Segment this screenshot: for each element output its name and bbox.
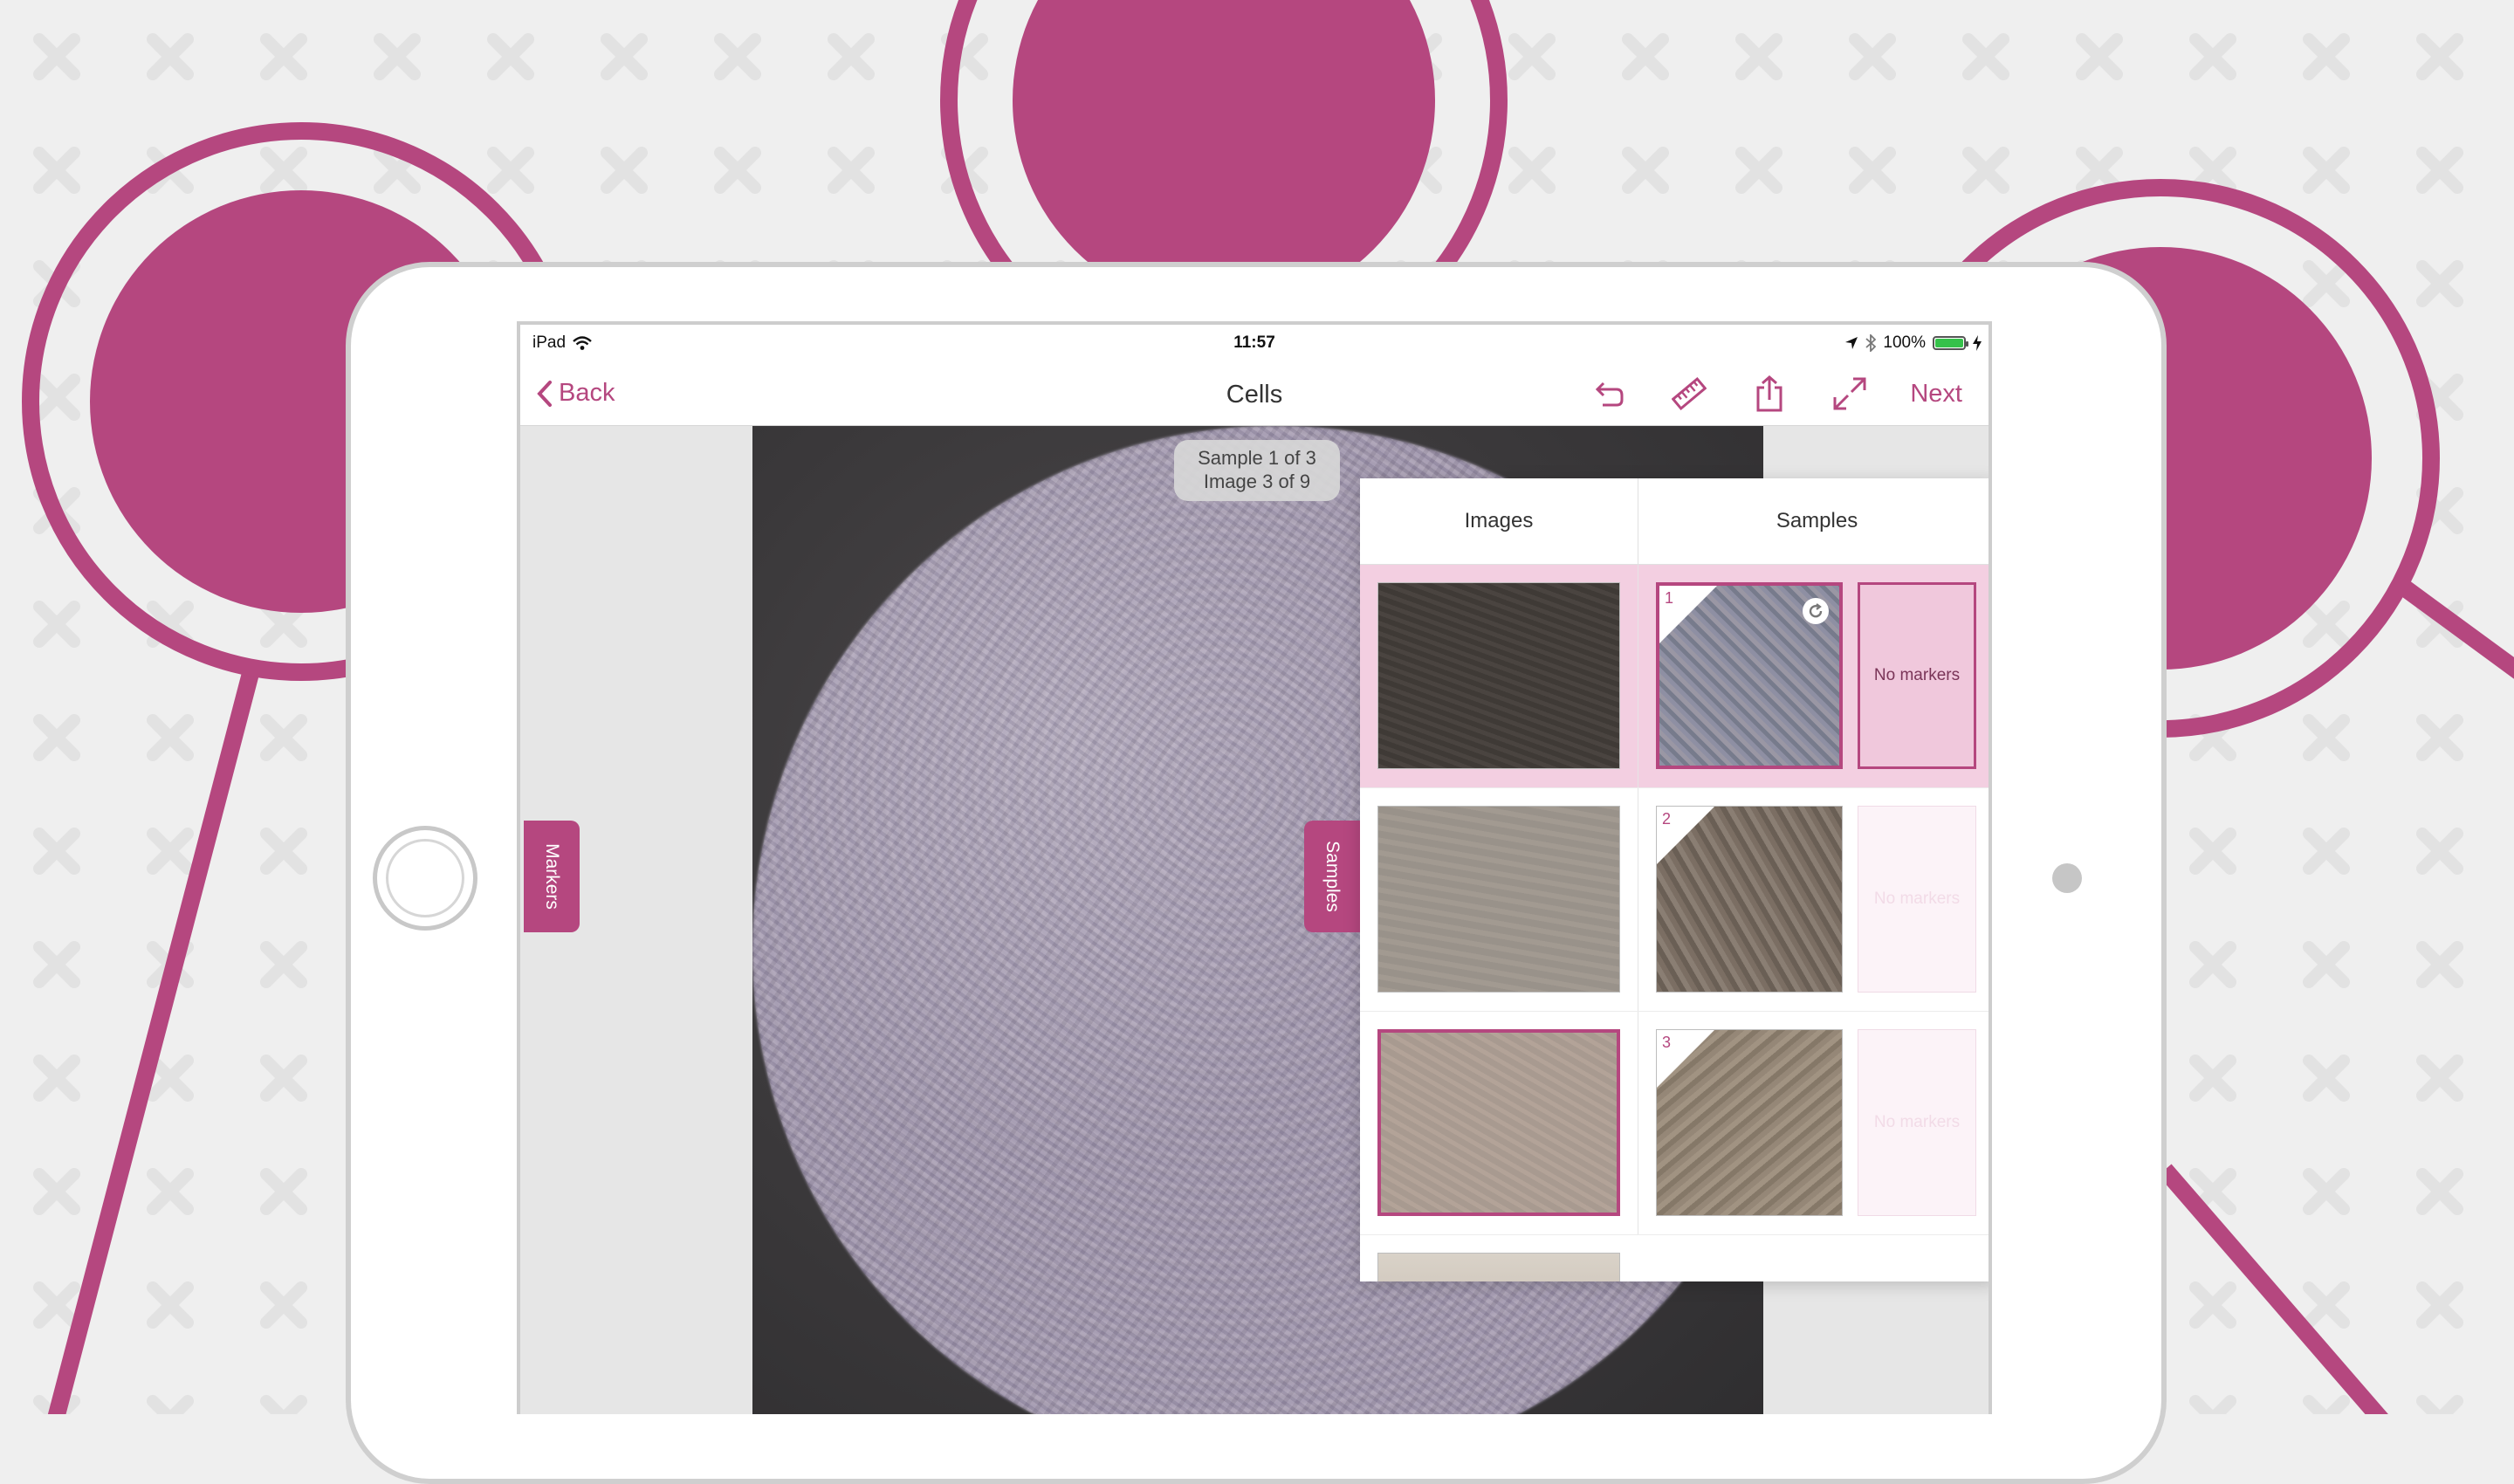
undo-button[interactable] xyxy=(1589,374,1629,414)
sample-thumbnail[interactable]: 1 xyxy=(1656,582,1843,769)
undo-icon xyxy=(1596,381,1624,407)
image-cell xyxy=(1360,565,1638,787)
image-thumbnail[interactable] xyxy=(1377,806,1620,993)
sample-thumbnail[interactable]: 3 xyxy=(1656,1029,1843,1216)
panel-header: Images Samples xyxy=(1360,478,1989,565)
ruler-icon xyxy=(1672,376,1707,411)
markers-tab[interactable]: Markers xyxy=(524,821,580,932)
sample-row[interactable]: 2 No markers xyxy=(1360,788,1989,1012)
image-cell xyxy=(1360,1012,1638,1234)
samples-panel: Images Samples 1 No markers 2 No markers… xyxy=(1360,478,1989,1281)
image-cell xyxy=(1360,788,1638,1011)
sample-number: 3 xyxy=(1662,1034,1672,1051)
sample-position: Sample 1 of 3 xyxy=(1198,447,1316,469)
sample-row-partial[interactable] xyxy=(1360,1235,1989,1281)
sample-thumbnail[interactable]: 2 xyxy=(1656,806,1843,993)
sample-cell: 3 No markers xyxy=(1638,1012,1989,1234)
samples-tab-label: Samples xyxy=(1322,841,1343,912)
samples-tab[interactable]: Samples xyxy=(1304,821,1360,932)
sample-cell: 1 No markers xyxy=(1638,565,1989,787)
image-thumbnail[interactable] xyxy=(1377,1253,1620,1281)
sample-number: 2 xyxy=(1662,810,1672,828)
ruler-button[interactable] xyxy=(1669,374,1709,414)
sample-row[interactable]: 3 No markers xyxy=(1360,1012,1989,1235)
image-thumbnail[interactable] xyxy=(1377,582,1620,769)
markers-status[interactable]: No markers xyxy=(1858,582,1976,769)
charging-icon xyxy=(1973,335,1982,351)
navigation-bar: Back Cells Next xyxy=(520,363,1989,426)
camera-icon xyxy=(2052,863,2082,893)
refresh-icon-glyph xyxy=(1809,603,1823,618)
share-icon xyxy=(1756,375,1782,412)
status-time: 11:57 xyxy=(1233,333,1275,352)
position-badge: Sample 1 of 3 Image 3 of 9 xyxy=(1174,440,1340,501)
markers-tab-label: Markers xyxy=(542,843,562,910)
next-button[interactable]: Next xyxy=(1910,380,1962,409)
expand-icon xyxy=(1833,377,1866,410)
markers-status[interactable]: No markers xyxy=(1858,806,1976,993)
location-icon xyxy=(1845,337,1858,349)
sample-cell: 2 No markers xyxy=(1638,788,1989,1011)
refresh-icon[interactable] xyxy=(1803,598,1829,624)
expand-button[interactable] xyxy=(1830,374,1870,414)
share-button[interactable] xyxy=(1749,374,1789,414)
home-button[interactable] xyxy=(373,826,477,931)
sample-number: 1 xyxy=(1665,589,1674,607)
battery-percent: 100% xyxy=(1883,333,1926,352)
app-screen: iPad 11:57 100% Back Cells Next Sample 1… xyxy=(517,321,1992,1414)
bluetooth-icon xyxy=(1865,334,1877,352)
samples-column-header: Samples xyxy=(1776,509,1858,532)
images-column-header: Images xyxy=(1360,478,1638,564)
image-position: Image 3 of 9 xyxy=(1203,471,1311,492)
image-thumbnail-active[interactable] xyxy=(1377,1029,1620,1216)
battery-icon xyxy=(1933,336,1968,350)
status-bar: iPad 11:57 100% xyxy=(520,325,1989,363)
battery-fill xyxy=(1935,339,1963,347)
sample-row[interactable]: 1 No markers xyxy=(1360,565,1989,788)
markers-status[interactable]: No markers xyxy=(1858,1029,1976,1216)
